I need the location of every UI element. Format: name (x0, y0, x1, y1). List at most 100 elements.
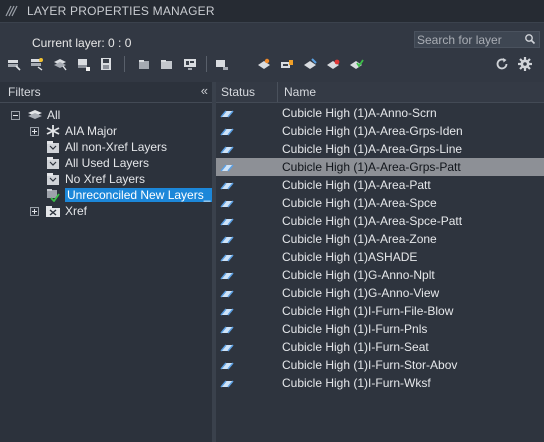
property-filter-icon (45, 140, 61, 154)
layer-settings-icon[interactable] (214, 56, 230, 72)
layer-status-icon[interactable] (220, 378, 234, 388)
new-property-filter-icon[interactable] (6, 56, 22, 72)
expand-toggle[interactable] (30, 206, 39, 216)
layer-row[interactable]: Cubicle High (1)I-Furn-Stor-Abov (216, 356, 544, 374)
settings-gear-icon[interactable] (517, 56, 533, 72)
tree-node-unreconciled[interactable]: Unreconciled New Layers_ (45, 187, 213, 203)
layer-name[interactable]: Cubicle High (1)A-Area-Patt (282, 178, 431, 192)
layer-name[interactable]: Cubicle High (1)I-Furn-Wksf (282, 376, 431, 390)
layer-row[interactable]: Cubicle High (1)A-Area-Spce (216, 194, 544, 212)
layer-name[interactable]: Cubicle High (1)I-Furn-Stor-Abov (282, 358, 457, 372)
layer-status-icon[interactable] (220, 252, 234, 262)
tree-label-all[interactable]: All (47, 108, 60, 122)
layer-name[interactable]: Cubicle High (1)A-Anno-Scrn (282, 106, 437, 120)
tree-label-unreconciled[interactable]: Unreconciled New Layers_ (65, 188, 213, 202)
collapse-filters-button[interactable]: « (201, 83, 208, 98)
tree-label-xref[interactable]: Xref (65, 204, 87, 218)
layer-status-icon[interactable] (220, 270, 234, 280)
search-input[interactable] (417, 32, 521, 47)
layer-row[interactable]: Cubicle High (1)A-Area-Zone (216, 230, 544, 248)
layers-stack-icon (27, 108, 43, 122)
layer-status-icon[interactable] (220, 360, 234, 370)
layer-row[interactable]: Cubicle High (1)I-Furn-Pnls (216, 320, 544, 338)
search-icon[interactable] (524, 33, 536, 45)
tree-node-used-layers[interactable]: All Used Layers (45, 155, 149, 171)
tree-label-no-xref[interactable]: No Xref Layers (65, 172, 145, 186)
expand-toggle[interactable] (30, 126, 39, 136)
isolate-icon[interactable] (256, 56, 272, 72)
palette-grip-icon[interactable] (4, 4, 18, 18)
layers-header: Status Name (216, 82, 544, 103)
layer-name[interactable]: Cubicle High (1)A-Area-Grps-Patt (282, 160, 461, 174)
layer-name[interactable]: Cubicle High (1)A-Area-Spce (282, 196, 437, 210)
lock-icon[interactable] (302, 56, 318, 72)
layer-name[interactable]: Cubicle High (1)A-Area-Zone (282, 232, 437, 246)
tree-node-all[interactable]: All (11, 107, 60, 123)
toolbar-separator (124, 56, 125, 72)
new-layer-vp-frozen-icon[interactable] (136, 56, 152, 72)
property-filter-icon (45, 172, 61, 186)
status-column-header[interactable]: Status (216, 82, 278, 102)
layer-status-icon[interactable] (220, 306, 234, 316)
layer-row[interactable]: Cubicle High (1)A-Anno-Scrn (216, 104, 544, 122)
layer-status-icon[interactable] (220, 342, 234, 352)
layer-name[interactable]: Cubicle High (1)I-Furn-Pnls (282, 322, 427, 336)
tree-node-xref[interactable]: Xref (30, 203, 87, 219)
layer-status-icon[interactable] (220, 216, 234, 226)
layer-row[interactable]: Cubicle High (1)ASHADE (216, 248, 544, 266)
window-title: LAYER PROPERTIES MANAGER (27, 4, 215, 18)
layer-name[interactable]: Cubicle High (1)I-Furn-Seat (282, 340, 429, 354)
layer-name[interactable]: Cubicle High (1)A-Area-Grps-Line (282, 142, 462, 156)
layer-status-icon[interactable] (220, 126, 234, 136)
current-layer-label: Current layer: 0 : 0 (32, 36, 132, 50)
layer-name[interactable]: Cubicle High (1)ASHADE (282, 250, 417, 264)
layer-row[interactable]: Cubicle High (1)A-Area-Spce-Patt (216, 212, 544, 230)
layer-status-icon[interactable] (220, 144, 234, 154)
layer-name[interactable]: Cubicle High (1)G-Anno-View (282, 286, 439, 300)
layer-status-icon[interactable] (220, 180, 234, 190)
layer-row[interactable]: Cubicle High (1)A-Area-Grps-Line (216, 140, 544, 158)
tree-node-aia-major[interactable]: AIA Major (30, 123, 117, 139)
save-icon[interactable] (98, 56, 114, 72)
layer-row[interactable]: Cubicle High (1)G-Anno-Nplt (216, 266, 544, 284)
unlock-icon[interactable] (325, 56, 341, 72)
layer-row[interactable]: Cubicle High (1)I-Furn-Seat (216, 338, 544, 356)
layer-name[interactable]: Cubicle High (1)A-Area-Spce-Patt (282, 214, 462, 228)
layer-row[interactable]: Cubicle High (1)I-Furn-File-Blow (216, 302, 544, 320)
layer-states-manager-icon[interactable] (52, 56, 68, 72)
layers-list-panel: Status Name Cubicle High (1)A-Anno-Scrn C… (216, 82, 544, 442)
layer-row[interactable]: Cubicle High (1)A-Area-Patt (216, 176, 544, 194)
layer-name[interactable]: Cubicle High (1)A-Area-Grps-Iden (282, 124, 463, 138)
layer-name[interactable]: Cubicle High (1)G-Anno-Nplt (282, 268, 435, 282)
layer-row[interactable]: Cubicle High (1)I-Furn-Wksf (216, 374, 544, 392)
header-area: Current layer: 0 : 0 (0, 23, 544, 82)
visibility-icon[interactable] (348, 56, 364, 72)
layer-status-icon[interactable] (220, 288, 234, 298)
xref-folder-icon (45, 204, 61, 218)
group-filter-snowflake-icon (45, 124, 61, 138)
layer-row[interactable]: Cubicle High (1)A-Area-Grps-Iden (216, 122, 544, 140)
title-bar[interactable]: LAYER PROPERTIES MANAGER (0, 0, 544, 23)
search-box[interactable] (414, 31, 540, 48)
tree-label-aia-major[interactable]: AIA Major (65, 124, 117, 138)
tree-label-used-layers[interactable]: All Used Layers (65, 156, 149, 170)
new-layer-icon[interactable] (75, 56, 91, 72)
refresh-icon[interactable] (494, 56, 510, 72)
new-group-filter-icon[interactable] (29, 56, 45, 72)
layer-row[interactable]: Cubicle High (1)A-Area-Grps-Patt (216, 158, 544, 176)
layer-status-icon[interactable] (220, 108, 234, 118)
layer-status-icon[interactable] (220, 234, 234, 244)
layer-status-icon[interactable] (220, 324, 234, 334)
tree-node-non-xref[interactable]: All non-Xref Layers (45, 139, 167, 155)
layer-row[interactable]: Cubicle High (1)G-Anno-View (216, 284, 544, 302)
tree-label-non-xref[interactable]: All non-Xref Layers (65, 140, 167, 154)
layer-status-icon[interactable] (220, 162, 234, 172)
set-current-icon[interactable] (182, 56, 198, 72)
layer-status-icon[interactable] (220, 198, 234, 208)
freeze-icon[interactable] (279, 56, 295, 72)
tree-node-no-xref[interactable]: No Xref Layers (45, 171, 145, 187)
delete-layer-icon[interactable] (159, 56, 175, 72)
layer-name[interactable]: Cubicle High (1)I-Furn-File-Blow (282, 304, 453, 318)
name-column-header[interactable]: Name (279, 82, 544, 102)
collapse-toggle[interactable] (11, 110, 20, 120)
